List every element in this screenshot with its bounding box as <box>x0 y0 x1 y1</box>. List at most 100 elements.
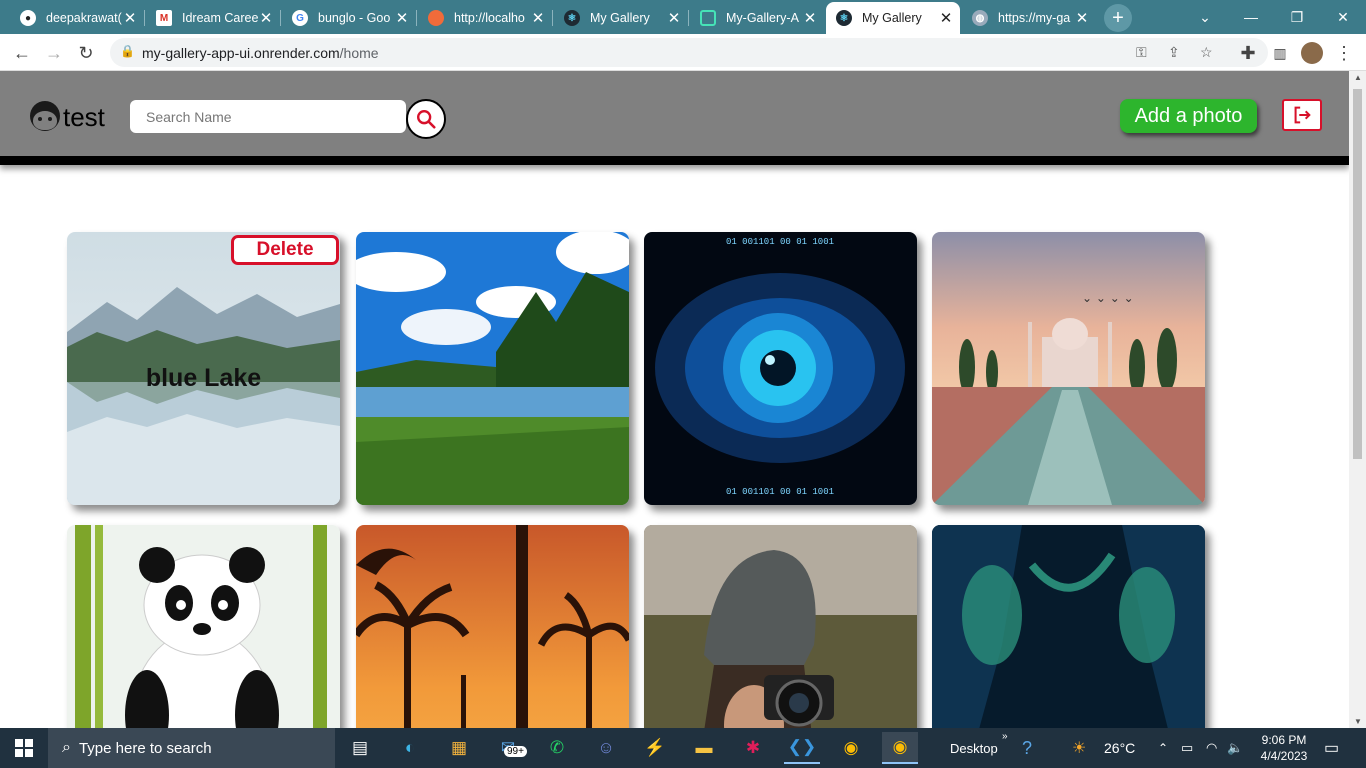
back-arrow-icon[interactable]: ← <box>8 39 36 67</box>
taskbar-search-placeholder: Type here to search <box>78 739 212 757</box>
google-icon: G <box>292 10 308 26</box>
side-panel-icon[interactable]: ▥ <box>1266 39 1294 67</box>
page-scrollbar[interactable]: ▲ ▼ <box>1349 71 1366 728</box>
tab-close-icon[interactable]: ✕ <box>802 9 818 27</box>
help-icon[interactable]: ? <box>1022 728 1032 768</box>
tab-title: Idream Caree <box>182 11 258 25</box>
tab-close-icon[interactable]: ✕ <box>530 9 546 27</box>
minimize-button[interactable]: — <box>1228 0 1274 34</box>
notification-icon[interactable]: ▭ <box>1324 728 1339 768</box>
photo-forest-lake <box>356 232 629 505</box>
add-photo-button[interactable]: Add a photo <box>1120 99 1257 133</box>
tray-overflow-chevron-icon[interactable]: ⌃ <box>1158 728 1168 768</box>
gallery-card[interactable] <box>67 525 340 728</box>
vscode-icon[interactable]: ❮❯ <box>784 732 820 764</box>
search-icon: ⌕ <box>62 739 71 756</box>
clock[interactable]: 9:06 PM 4/4/2023 <box>1256 728 1312 768</box>
tab-close-icon[interactable]: ✕ <box>938 9 954 27</box>
tab-localhost[interactable]: http://localho ✕ <box>418 4 552 32</box>
edge-icon[interactable]: ◐ <box>392 732 428 764</box>
toolbar-expand-icon[interactable]: » <box>1002 716 1008 756</box>
os-taskbar: ⌕ Type here to search ▤ ◐ ▦ ✉99+ ✆ ☺ ⚡ ▬… <box>0 728 1366 768</box>
battery-icon[interactable]: ▭ <box>1181 728 1193 768</box>
key-icon[interactable]: ⚿ <box>1136 44 1147 61</box>
share-icon[interactable]: ⇪ <box>1168 44 1180 61</box>
tab-my-gallery-url[interactable]: ◍ https://my-ga ✕ <box>962 4 1096 32</box>
gallery-card[interactable]: 01 001101 00 01 1001 01 001101 00 01 100… <box>644 232 917 505</box>
url-text[interactable]: my-gallery-app-ui.onrender.com/home <box>142 45 379 61</box>
task-view-icon[interactable]: ▤ <box>342 732 378 764</box>
gallery-card[interactable] <box>356 232 629 505</box>
tab-close-icon[interactable]: ✕ <box>258 9 274 27</box>
photo-taj-mahal: ⌄ ⌄ ⌄ ⌄ <box>932 232 1205 505</box>
clock-date: 4/4/2023 <box>1260 749 1308 763</box>
store-icon[interactable]: ▦ <box>441 732 477 764</box>
gallery-card[interactable]: ⌄ ⌄ ⌄ ⌄ <box>932 232 1205 505</box>
restore-button[interactable]: ❐ <box>1274 0 1320 34</box>
tab-close-icon[interactable]: ✕ <box>394 9 410 27</box>
photo-panda <box>67 525 340 728</box>
wifi-icon[interactable]: ◠ <box>1206 728 1217 768</box>
discord-icon[interactable]: ☺ <box>588 732 624 764</box>
delete-button[interactable]: Delete <box>231 235 339 265</box>
weather-icon[interactable]: ☀ <box>1072 728 1086 768</box>
tab-title: http://localho <box>454 11 525 25</box>
reload-icon[interactable]: ↻ <box>72 39 100 67</box>
tab-title: My-Gallery-A <box>726 11 799 25</box>
tab-github[interactable]: ● deepakrawat( ✕ <box>10 4 144 32</box>
search-input[interactable] <box>130 100 406 133</box>
mail-icon[interactable]: ✉99+ <box>490 732 527 764</box>
bookmark-star-icon[interactable]: ☆ <box>1200 44 1213 61</box>
slack-icon[interactable]: ✱ <box>735 732 771 764</box>
temperature-label[interactable]: 26°C <box>1104 728 1135 768</box>
extensions-icon[interactable]: ✚ <box>1234 39 1262 67</box>
page-viewport: test Add a photo blue Lake Delete <box>0 71 1366 728</box>
whatsapp-icon[interactable]: ✆ <box>539 732 575 764</box>
globe-icon: ◍ <box>972 10 988 26</box>
gallery-card[interactable]: blue Lake Delete <box>67 232 340 505</box>
close-window-button[interactable]: ✕ <box>1320 0 1366 34</box>
windows-start-button[interactable] <box>0 728 48 768</box>
logout-button[interactable] <box>1282 99 1322 131</box>
tab-close-icon[interactable]: ✕ <box>122 9 138 27</box>
forward-arrow-icon[interactable]: → <box>40 39 68 67</box>
app-header: test Add a photo <box>0 71 1349 165</box>
url-host: my-gallery-app-ui.onrender.com <box>142 45 340 61</box>
tab-my-gallery-1[interactable]: ⚛ My Gallery ✕ <box>554 4 688 32</box>
clock-time: 9:06 PM <box>1261 733 1307 747</box>
new-tab-button[interactable]: + <box>1104 4 1132 32</box>
avatar-logo-icon <box>30 101 60 131</box>
gallery-card[interactable] <box>644 525 917 728</box>
tab-title: deepakrawat( <box>46 11 122 25</box>
gallery-card[interactable] <box>932 525 1205 728</box>
tab-gmail[interactable]: M Idream Caree ✕ <box>146 4 280 32</box>
tab-google[interactable]: G bunglo - Goo ✕ <box>282 4 416 32</box>
browser-menu-icon[interactable]: ⋮ <box>1330 39 1358 67</box>
tab-my-gallery-active[interactable]: ⚛ My Gallery ✕ <box>826 2 960 34</box>
svg-text:⌄ ⌄ ⌄ ⌄: ⌄ ⌄ ⌄ ⌄ <box>1082 291 1134 305</box>
url-path: /home <box>339 45 379 61</box>
gallery-card[interactable] <box>356 525 629 728</box>
tab-render-dashboard[interactable]: My-Gallery-A ✕ <box>690 4 824 32</box>
react-icon: ⚛ <box>836 10 852 26</box>
photo-palm-sunset <box>356 525 629 728</box>
address-bar[interactable]: 🔒 my-gallery-app-ui.onrender.com/home ⚿ … <box>110 38 1268 67</box>
svg-text:01 001101 00 01 1001: 01 001101 00 01 1001 <box>726 487 834 497</box>
browser-tab-strip: ● deepakrawat( ✕ M Idream Caree ✕ G bung… <box>0 0 1366 34</box>
tab-search-chevron-icon[interactable]: ⌄ <box>1182 0 1228 34</box>
taskbar-search-box[interactable]: ⌕ Type here to search <box>48 728 335 768</box>
tab-close-icon[interactable]: ✕ <box>1074 9 1090 27</box>
photo-aurora-cave <box>932 525 1205 728</box>
scrollbar-thumb[interactable] <box>1353 89 1362 459</box>
profile-avatar[interactable] <box>1298 39 1326 67</box>
lock-icon[interactable]: 🔒 <box>120 44 135 58</box>
terminal-app-icon[interactable]: ⚡ <box>637 732 673 764</box>
react-icon: ⚛ <box>564 10 580 26</box>
chrome-icon[interactable]: ◉ <box>833 732 869 764</box>
file-explorer-icon[interactable]: ▬ <box>686 732 722 764</box>
volume-icon[interactable]: 🔈 <box>1227 728 1243 768</box>
tab-close-icon[interactable]: ✕ <box>666 9 682 27</box>
desktop-toolbar-label[interactable]: Desktop <box>950 728 998 768</box>
chrome-active-icon[interactable]: ◉ <box>882 732 918 764</box>
search-button[interactable] <box>406 99 446 139</box>
